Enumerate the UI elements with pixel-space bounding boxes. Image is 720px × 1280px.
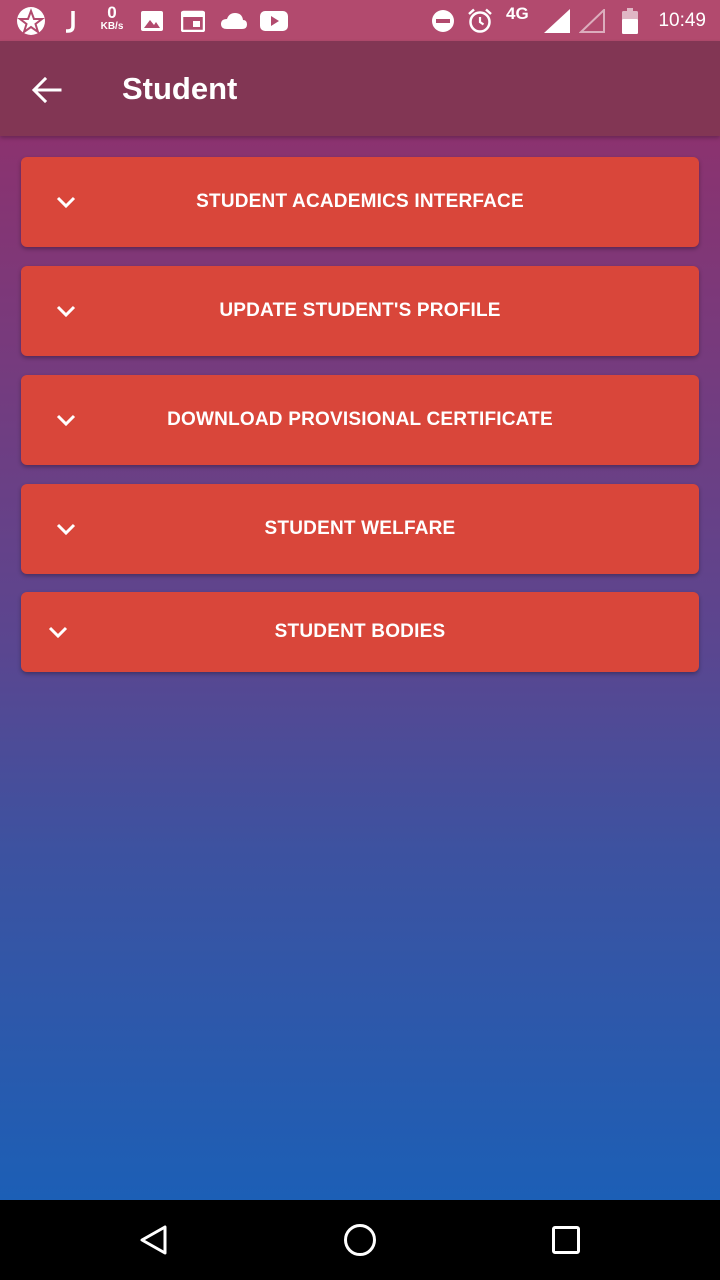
network-type: 4G: [506, 4, 529, 23]
chevron-down-icon: [43, 592, 73, 672]
panel-label: STUDENT BODIES: [274, 621, 446, 642]
nav-home-button[interactable]: [320, 1200, 400, 1280]
panel-download-provisional-certificate[interactable]: DOWNLOAD PROVISIONAL CERTIFICATE: [21, 375, 699, 465]
chevron-down-icon: [51, 157, 81, 247]
chevron-down-icon: [51, 266, 81, 356]
app-logo-icon: [14, 0, 48, 41]
alarm-icon: [466, 0, 494, 41]
cloud-icon: [219, 0, 249, 41]
nav-recents-button[interactable]: [526, 1200, 606, 1280]
back-button[interactable]: [22, 65, 72, 115]
youtube-icon: [259, 0, 289, 41]
panel-student-bodies[interactable]: STUDENT BODIES: [21, 592, 699, 672]
panel-label: DOWNLOAD PROVISIONAL CERTIFICATE: [167, 409, 553, 430]
nav-recents-icon: [552, 1226, 580, 1254]
j-app-icon: [58, 0, 82, 41]
arrow-back-icon: [32, 77, 62, 103]
nav-back-icon: [140, 1225, 167, 1255]
battery-icon: [618, 0, 642, 41]
panel-student-academics-interface[interactable]: STUDENT ACADEMICS INTERFACE: [21, 157, 699, 247]
app-screen: 0 KB/s 4G 10:49 Student STUDENT ACADEMIC…: [0, 0, 720, 1200]
speed-value: 0: [107, 3, 117, 22]
chevron-down-icon: [51, 484, 81, 574]
panel-label: STUDENT ACADEMICS INTERFACE: [196, 191, 524, 212]
app-bar: Student: [0, 41, 720, 136]
panel-label: UPDATE STUDENT'S PROFILE: [219, 300, 501, 321]
panel-update-students-profile[interactable]: UPDATE STUDENT'S PROFILE: [21, 266, 699, 356]
signal-empty-icon: [578, 0, 606, 41]
chevron-down-icon: [51, 375, 81, 465]
speed-unit: KB/s: [100, 21, 124, 32]
status-bar: 0 KB/s 4G 10:49: [0, 0, 720, 41]
panel-student-welfare[interactable]: STUDENT WELFARE: [21, 484, 699, 574]
status-time: 10:49: [658, 10, 706, 31]
network-speed: 0 KB/s: [96, 4, 128, 32]
do-not-disturb-icon: [430, 0, 456, 41]
image-icon: [140, 0, 164, 41]
calendar-icon: [180, 0, 206, 41]
panel-label: STUDENT WELFARE: [264, 518, 456, 539]
page-title: Student: [122, 71, 238, 106]
navigation-bar: [0, 1200, 720, 1280]
nav-home-icon: [344, 1224, 376, 1256]
signal-icon: [543, 0, 571, 41]
nav-back-button[interactable]: [114, 1200, 194, 1280]
